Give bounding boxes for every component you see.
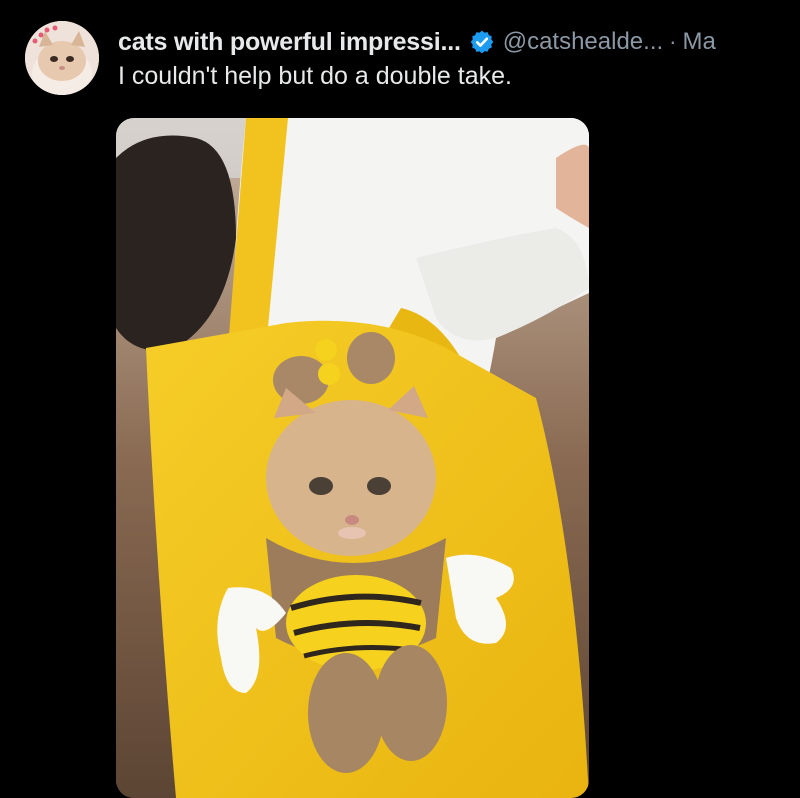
tweet-header: cats with powerful impressi... @catsheal… — [118, 26, 800, 58]
display-name[interactable]: cats with powerful impressi... — [118, 28, 461, 57]
avatar-cat-image — [25, 21, 99, 95]
media-image — [116, 118, 589, 798]
tweet-date[interactable]: Ma — [682, 28, 715, 56]
tweet-text: I couldn't help but do a double take. — [118, 62, 512, 90]
verified-badge-icon — [470, 30, 493, 54]
tweet-media[interactable] — [116, 118, 589, 798]
avatar[interactable] — [25, 21, 99, 95]
tweet[interactable]: cats with powerful impressi... @catsheal… — [0, 0, 800, 798]
handle[interactable]: @catshealde... — [503, 28, 663, 56]
separator-dot: · — [669, 29, 677, 54]
